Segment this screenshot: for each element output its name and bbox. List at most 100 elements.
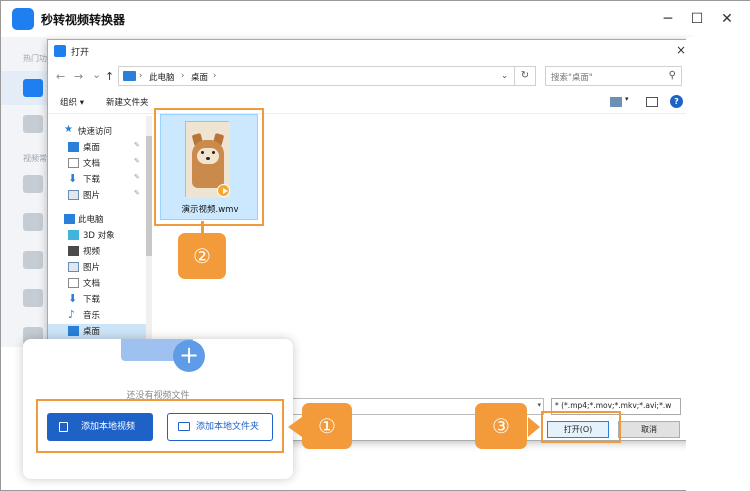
tree-item-quick-access[interactable]: ★ 快速访问 [48,124,152,139]
chevron-down-icon[interactable]: ▾ [537,401,541,409]
navigation-pane: ★ 快速访问 桌面 ✎ 文档 ✎ ⬇ 下载 ✎ 图片 ✎ 此电脑 3D 对象 视… [48,116,152,340]
dialog-close-button[interactable]: × [676,43,686,57]
pin-icon: ✎ [134,189,140,197]
view-dropdown-icon[interactable]: ▾ [625,95,629,103]
breadcrumb-this-pc[interactable]: 此电脑 [149,71,175,83]
sidebar-convert-icon[interactable] [23,79,43,97]
pin-icon: ✎ [134,157,140,165]
recent-locations-icon[interactable]: ⌄ [92,68,101,81]
address-bar[interactable]: › 此电脑 › 桌面 › ⌄ [118,66,536,86]
forward-arrow-icon[interactable]: → [74,70,83,83]
tree-item-label: 此电脑 [78,215,104,225]
step-one-badge: ① [302,403,352,449]
file-highlight-box: 演示视频.wmv [154,108,264,226]
video-icon [68,246,79,256]
breadcrumb-separator: › [139,71,143,81]
pin-icon: ✎ [134,173,140,181]
tree-item-documents-pc[interactable]: 文档 [48,276,152,291]
app-content-edge [686,37,750,491]
search-placeholder: 搜索"桌面" [551,73,593,83]
tree-item-pictures-pc[interactable]: 图片 [48,260,152,275]
tree-item-music[interactable]: ♪ 音乐 [48,308,152,323]
video-thumbnail [185,121,230,198]
app-logo-icon [12,8,34,30]
tree-item-downloads[interactable]: ⬇ 下载 ✎ [48,172,152,187]
sidebar-item-icon[interactable] [23,115,43,133]
picture-icon [68,190,79,200]
back-arrow-icon[interactable]: ← [56,70,65,83]
download-icon: ⬇ [68,172,78,185]
cube-icon [68,230,79,240]
sidebar-section-label: 视频常 [23,154,47,163]
step-one-arrow [288,417,302,437]
maximize-button[interactable]: ☐ [685,7,709,31]
tree-item-label: 快速访问 [78,127,113,137]
app-title: 秒转视频转换器 [41,13,126,27]
cancel-button[interactable]: 取消 [618,421,680,438]
preview-pane-icon[interactable] [646,97,658,107]
play-icon [217,184,230,197]
app-sidebar: 热门功 视频常 [1,37,49,347]
sidebar-item-icon[interactable] [23,213,43,231]
upload-buttons-highlight [36,399,284,453]
document-icon [68,278,79,288]
tree-item-3d-objects[interactable]: 3D 对象 [48,228,152,243]
tree-item-pictures[interactable]: 图片 ✎ [48,188,152,203]
tree-item-label: 文档 [83,279,101,289]
up-arrow-icon[interactable]: ↑ [105,70,114,83]
tree-scrollbar-thumb[interactable] [146,136,152,256]
tree-item-label: 图片 [83,263,101,273]
search-input[interactable]: 搜索"桌面" ⚲ [545,66,682,86]
tree-item-downloads-pc[interactable]: ⬇ 下载 [48,292,152,307]
tree-item-desktop[interactable]: 桌面 ✎ [48,140,152,155]
sidebar-item-icon[interactable] [23,289,43,307]
tree-item-label: 3D 对象 [83,231,115,241]
tree-item-this-pc[interactable]: 此电脑 [48,212,152,227]
dog-nose [206,157,210,160]
view-options-icon[interactable] [610,97,622,107]
tree-scrollbar[interactable] [146,116,152,340]
minimize-button[interactable]: ─ [656,7,680,31]
refresh-button[interactable]: ↻ [514,66,536,86]
tree-item-videos[interactable]: 视频 [48,244,152,259]
sidebar-item-icon[interactable] [23,175,43,193]
download-icon: ⬇ [68,292,78,305]
sidebar-section-label: 热门功 [23,54,47,63]
sidebar-item-icon[interactable] [23,251,43,269]
dialog-toolbar: 组织 ▾ 新建文件夹 ▾ ? [48,92,692,114]
step-three-arrow [528,417,540,437]
address-dropdown-icon[interactable]: ⌄ [501,71,508,81]
dialog-title: 打开 [71,48,90,58]
tree-item-label: 桌面 [83,143,101,153]
dialog-titlebar: 打开 × [48,40,692,62]
tree-item-label: 图片 [83,191,101,201]
breadcrumb-desktop[interactable]: 桌面 [191,71,208,83]
step-three-badge: ③ [475,403,527,449]
open-button-highlight [541,411,621,443]
tree-item-label: 桌面 [83,327,101,337]
tree-item-label: 文档 [83,159,101,169]
close-button[interactable]: ✕ [715,7,739,31]
dog-eye [212,151,215,154]
dog-face [197,148,219,164]
picture-icon [68,262,79,272]
pin-icon: ✎ [134,141,140,149]
desktop-icon [68,326,79,336]
search-icon: ⚲ [668,70,676,81]
dialog-logo-icon [54,45,66,57]
file-item[interactable]: 演示视频.wmv [160,114,258,220]
tree-item-desktop-pc[interactable]: 桌面 [48,324,152,339]
tree-item-documents[interactable]: 文档 ✎ [48,156,152,171]
app-titlebar: 秒转视频转换器 ─ ☐ ✕ [1,1,750,37]
music-icon: ♪ [68,308,76,321]
desktop-icon [68,142,79,152]
step-two-badge: ② [178,233,226,279]
new-folder-button[interactable]: 新建文件夹 [106,96,149,108]
dialog-nav-bar: ← → ⌄ ↑ › 此电脑 › 桌面 › ⌄ ↻ 搜索"桌面" ⚲ [48,64,692,90]
computer-icon [64,214,75,224]
star-icon: ★ [64,124,73,135]
organize-button[interactable]: 组织 ▾ [60,96,84,108]
plus-icon: + [173,340,205,372]
step-connector [201,221,204,233]
help-icon[interactable]: ? [670,95,683,108]
